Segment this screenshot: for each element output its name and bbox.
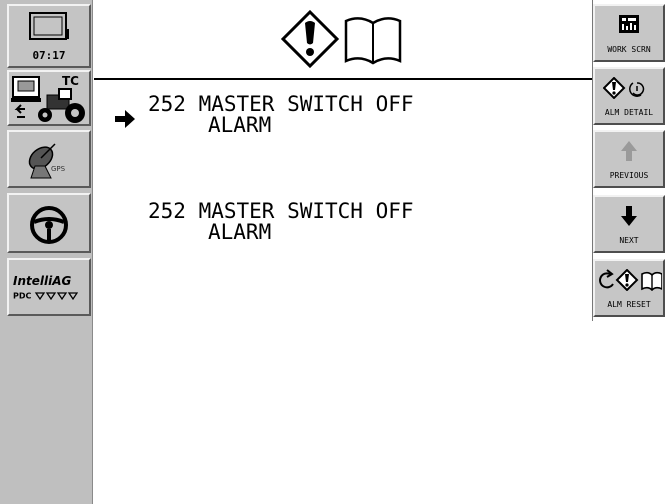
gps-label: GPS bbox=[51, 165, 66, 173]
intellag-logo: IntelliAG bbox=[13, 274, 72, 288]
sidebar: 07:17 TC GPS IntelliAG PDC bbox=[0, 0, 93, 504]
pdc-label: PDC bbox=[13, 291, 32, 301]
clock-button[interactable]: 07:17 bbox=[7, 4, 91, 68]
alarm-text-line2: ALARM bbox=[208, 113, 272, 137]
next-label: NEXT bbox=[619, 236, 639, 245]
intellag-button[interactable]: IntelliAG PDC bbox=[7, 258, 91, 316]
clock-time: 07:17 bbox=[32, 49, 66, 62]
previous-button[interactable]: PREVIOUS bbox=[593, 130, 665, 188]
page-header bbox=[94, 0, 592, 80]
task-controller-button[interactable]: TC bbox=[7, 70, 91, 126]
book-icon bbox=[344, 17, 402, 65]
alarm-reset-icon bbox=[599, 268, 663, 292]
alarm-book-header-icon bbox=[280, 9, 402, 69]
steering-wheel-icon bbox=[30, 206, 68, 244]
alarm-code: 252 bbox=[148, 92, 186, 116]
next-button[interactable]: NEXT bbox=[593, 195, 665, 253]
alarm-code: 252 bbox=[148, 199, 186, 223]
nozzles-icon bbox=[34, 292, 79, 301]
work-screen-button[interactable]: WORK SCRN bbox=[593, 4, 665, 62]
alarm-detail-label: ALM DETAIL bbox=[604, 108, 654, 117]
work-screen-label: WORK SCRN bbox=[607, 45, 651, 54]
alarm-list-item[interactable]: 252 MASTER SWITCH OFF ALARM bbox=[148, 201, 414, 243]
alarm-detail-button[interactable]: ALM DETAIL bbox=[593, 67, 665, 125]
alarm-list-item[interactable]: 252 MASTER SWITCH OFF ALARM bbox=[148, 94, 414, 136]
up-arrow-icon bbox=[621, 141, 637, 161]
monitor-icon bbox=[29, 12, 69, 40]
gps-button[interactable]: GPS bbox=[7, 130, 91, 188]
alarm-text-line2: ALARM bbox=[208, 220, 272, 244]
alarm-reset-label: ALM RESET bbox=[607, 300, 651, 309]
tc-label: TC bbox=[62, 74, 79, 88]
previous-label: PREVIOUS bbox=[609, 171, 649, 180]
steering-button[interactable] bbox=[7, 193, 91, 253]
alarm-icon bbox=[280, 9, 340, 69]
alarm-reset-button[interactable]: ALM RESET bbox=[593, 259, 665, 317]
selection-arrow-icon bbox=[115, 110, 135, 128]
intellag-sub: PDC bbox=[13, 291, 79, 301]
alarm-detail-icon bbox=[602, 76, 645, 100]
down-arrow-icon bbox=[621, 206, 637, 226]
work-screen-icon bbox=[619, 15, 639, 33]
satellite-dish-icon bbox=[28, 143, 56, 179]
